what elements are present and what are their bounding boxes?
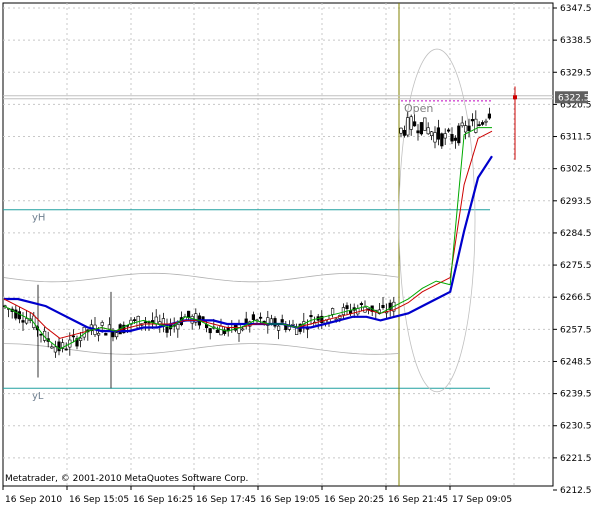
candle-body bbox=[17, 311, 22, 320]
candle-body bbox=[341, 307, 346, 316]
candle-body bbox=[330, 308, 335, 315]
candle-body bbox=[480, 122, 485, 125]
y-axis-tick-label: 6257.5 bbox=[560, 325, 592, 335]
candle-body bbox=[412, 121, 417, 127]
y-axis-tick-label: 6275.5 bbox=[560, 261, 592, 271]
candle-body bbox=[251, 314, 256, 320]
x-axis-tick-label: 16 Sep 17:45 bbox=[196, 495, 256, 505]
candle-body bbox=[399, 127, 403, 134]
candle-body bbox=[463, 125, 468, 133]
candle-body bbox=[436, 127, 441, 140]
candle-body bbox=[402, 129, 407, 136]
y-axis-tick-label: 6302.5 bbox=[560, 165, 592, 175]
level-label-yL: yL bbox=[32, 391, 44, 402]
candle-body bbox=[467, 125, 471, 131]
candle-body bbox=[215, 329, 220, 333]
plot-area bbox=[2, 2, 554, 487]
x-axis-tick-label: 16 Sep 21:45 bbox=[388, 495, 448, 505]
candle-body bbox=[426, 127, 430, 135]
candle-body bbox=[57, 341, 61, 352]
candle-body bbox=[484, 120, 488, 123]
candle-body bbox=[187, 310, 191, 318]
candle-body bbox=[470, 119, 475, 122]
candle-body bbox=[440, 133, 444, 147]
candle-body bbox=[433, 132, 437, 143]
x-axis-tick-label: 16 Sep 20:25 bbox=[324, 495, 384, 505]
candle-body bbox=[50, 346, 54, 349]
candle-body bbox=[53, 346, 57, 353]
candle-body bbox=[419, 122, 424, 135]
y-axis-tick-label: 6248.5 bbox=[560, 357, 592, 367]
candle-body bbox=[100, 322, 104, 326]
candle-body bbox=[450, 134, 454, 142]
candle-body bbox=[258, 316, 263, 319]
copyright-text: Metatrader, © 2001-2010 MetaQuotes Softw… bbox=[5, 474, 248, 484]
y-axis-tick-label: 6239.5 bbox=[560, 390, 592, 400]
candle-body bbox=[460, 122, 464, 127]
candle-body bbox=[104, 333, 108, 336]
candle-body bbox=[237, 324, 241, 334]
y-axis-tick-label: 6311.5 bbox=[560, 133, 592, 143]
y-axis-tick-label: 6338.5 bbox=[560, 36, 592, 46]
candle-body bbox=[14, 309, 18, 319]
current-price-label: 6322.5 bbox=[558, 93, 590, 103]
candle-body bbox=[416, 130, 420, 134]
candle-body bbox=[359, 303, 364, 305]
x-axis-tick-label: 16 Sep 16:25 bbox=[133, 495, 193, 505]
candle-body bbox=[24, 318, 29, 324]
candle-body bbox=[423, 117, 427, 131]
candle-body bbox=[39, 333, 43, 336]
candle-body bbox=[79, 337, 83, 341]
candle-body bbox=[276, 325, 281, 331]
candle-body bbox=[474, 118, 478, 133]
open-label: Open bbox=[404, 102, 433, 115]
candle-body bbox=[345, 305, 349, 309]
y-axis-tick-label: 6212.5 bbox=[560, 486, 592, 496]
level-label-yH: yH bbox=[32, 213, 45, 224]
candle-body bbox=[381, 305, 385, 308]
candle-body bbox=[446, 129, 451, 132]
candle-body bbox=[356, 308, 360, 315]
y-axis-tick-label: 6293.5 bbox=[560, 197, 592, 207]
y-axis-tick-label: 6329.5 bbox=[560, 68, 592, 78]
candle-body bbox=[443, 133, 447, 139]
candle-body bbox=[241, 328, 245, 331]
candle-body bbox=[64, 348, 68, 351]
candle-body bbox=[115, 332, 119, 338]
candle-body bbox=[165, 326, 169, 333]
y-axis-tick-label: 6284.5 bbox=[560, 229, 592, 239]
candle-body bbox=[21, 320, 25, 323]
candle-body bbox=[406, 117, 410, 136]
candle-body bbox=[457, 125, 461, 144]
candle-body bbox=[133, 319, 137, 321]
candle-body bbox=[71, 335, 75, 338]
candle-body bbox=[477, 124, 481, 126]
x-axis-tick-label: 16 Sep 19:05 bbox=[260, 495, 320, 505]
candle-body bbox=[409, 116, 413, 130]
candle-body bbox=[294, 327, 299, 335]
y-axis-tick-label: 6230.5 bbox=[560, 422, 592, 432]
candle-body bbox=[280, 319, 284, 323]
candle-body bbox=[208, 328, 212, 334]
candle-body bbox=[429, 131, 434, 137]
candle-body bbox=[143, 321, 148, 324]
candle-body bbox=[487, 113, 492, 119]
x-axis-tick-label: 17 Sep 09:05 bbox=[452, 495, 512, 505]
price-chart[interactable]: 6347.56338.56329.56320.56311.56302.56293… bbox=[0, 0, 596, 513]
x-axis-tick-label: 16 Sep 15:05 bbox=[69, 495, 129, 505]
chart-window[interactable]: 6347.5 6338.5 6329.5 6320.5 6311.5 6302.5 6293… bbox=[0, 0, 596, 513]
candle-body bbox=[107, 324, 111, 330]
candle-body bbox=[244, 318, 248, 324]
y-axis-tick-label: 6221.5 bbox=[560, 454, 592, 464]
y-axis-tick-label: 6266.5 bbox=[560, 293, 592, 303]
candle-body bbox=[97, 332, 101, 336]
x-axis-tick-label: 16 Sep 2010 bbox=[5, 495, 62, 505]
y-axis-tick-label: 6347.5 bbox=[560, 4, 592, 14]
candle-body bbox=[309, 315, 313, 318]
candle-body bbox=[453, 137, 458, 141]
candle-body bbox=[219, 325, 223, 336]
candle-body bbox=[176, 324, 180, 330]
last-tick-marker bbox=[513, 95, 517, 100]
